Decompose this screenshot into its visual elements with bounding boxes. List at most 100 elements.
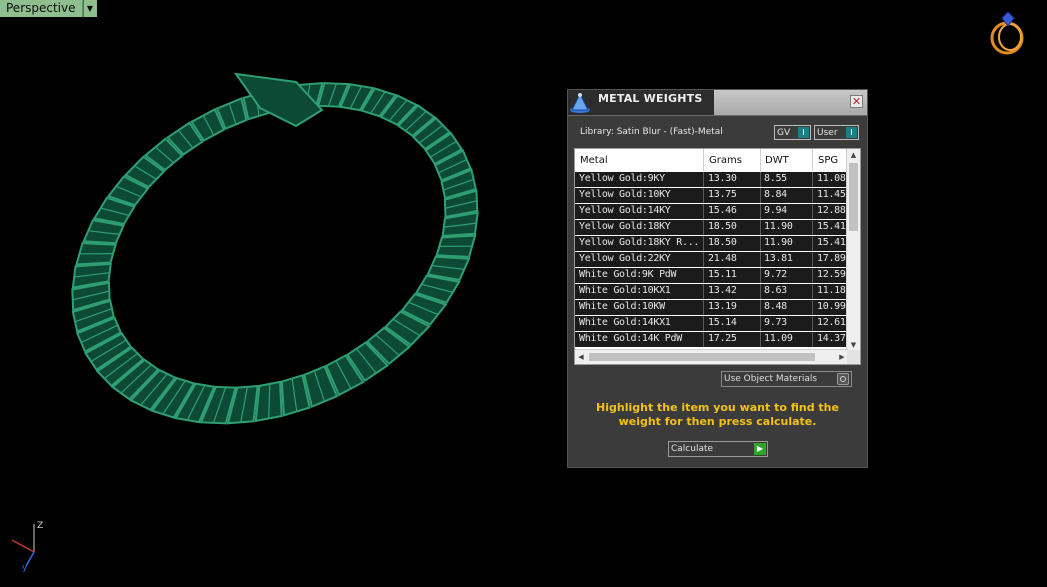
cell-dwt: 9.94 (764, 205, 787, 216)
column-divider (760, 220, 761, 235)
user-toggle-knob[interactable]: I (846, 127, 857, 138)
cell-spg: 12.88 (817, 205, 846, 216)
column-divider (760, 236, 761, 251)
table-row[interactable]: Yellow Gold:22KY 21.48 13.81 17.89 (575, 252, 848, 267)
table-row[interactable]: Yellow Gold:14KY 15.46 9.94 12.88 (575, 204, 848, 219)
column-divider (812, 172, 813, 187)
cell-grams: 13.19 (708, 301, 737, 312)
vertical-scrollbar[interactable]: ▲ ▼ (846, 149, 860, 351)
user-toggle-label: User (817, 127, 838, 138)
cell-spg: 11.18 (817, 285, 846, 296)
column-header-spg[interactable]: SPG (818, 155, 838, 166)
column-header-dwt[interactable]: DWT (765, 155, 789, 166)
cell-spg: 12.59 (817, 269, 846, 280)
gv-toggle[interactable]: GV I (774, 125, 811, 140)
column-divider (703, 284, 704, 299)
column-divider (703, 188, 704, 203)
cell-spg: 10.99 (817, 301, 846, 312)
cell-dwt: 9.72 (764, 269, 787, 280)
cell-dwt: 11.09 (764, 333, 793, 344)
column-divider (760, 268, 761, 283)
cell-grams: 13.75 (708, 189, 737, 200)
cell-metal: White Gold:10KX1 (579, 285, 671, 296)
radio-icon[interactable] (837, 373, 849, 385)
metal-table[interactable]: Metal Grams DWT SPG Yellow Gold:9KY 13.30… (574, 148, 861, 365)
column-divider (703, 236, 704, 251)
table-row[interactable]: White Gold:14K PdW 17.25 11.09 14.37 (575, 332, 848, 347)
cell-spg: 11.45 (817, 189, 846, 200)
gv-toggle-knob[interactable]: I (798, 127, 809, 138)
column-header-grams[interactable]: Grams (709, 155, 742, 166)
vertical-scroll-thumb[interactable] (849, 163, 858, 231)
table-row[interactable]: White Gold:10KW 13.19 8.48 10.99 (575, 300, 848, 315)
cell-spg: 17.89 (817, 253, 846, 264)
column-divider (812, 284, 813, 299)
viewport-name[interactable]: Perspective (0, 0, 83, 17)
viewport-dropdown-icon[interactable]: ▼ (82, 0, 97, 17)
use-object-materials-toggle[interactable]: Use Object Materials (721, 371, 852, 387)
play-arrow-icon[interactable]: ▶ (754, 443, 766, 455)
cell-grams: 18.50 (708, 221, 737, 232)
axis-y-label: y (22, 563, 28, 573)
cell-grams: 13.30 (708, 173, 737, 184)
cell-dwt: 11.90 (764, 221, 793, 232)
cell-dwt: 8.55 (764, 173, 787, 184)
table-row[interactable]: Yellow Gold:10KY 13.75 8.84 11.45 (575, 188, 848, 203)
column-divider (703, 316, 704, 331)
cell-dwt: 13.81 (764, 253, 793, 264)
column-divider (760, 284, 761, 299)
cell-dwt: 9.73 (764, 317, 787, 328)
cell-grams: 15.11 (708, 269, 737, 280)
cell-metal: Yellow Gold:10KY (579, 189, 671, 200)
cell-spg: 11.08 (817, 173, 846, 184)
column-divider (760, 188, 761, 203)
user-toggle[interactable]: User I (814, 125, 859, 140)
panel-titlebar[interactable]: METAL WEIGHTS ✕ (568, 90, 867, 116)
column-divider (812, 316, 813, 331)
column-divider (760, 204, 761, 219)
cell-metal: White Gold:14K PdW (579, 333, 682, 344)
cell-dwt: 8.48 (764, 301, 787, 312)
column-divider (703, 172, 704, 187)
cell-grams: 18.50 (708, 237, 737, 248)
table-row[interactable]: Yellow Gold:18KY 18.50 11.90 15.41 (575, 220, 848, 235)
calculate-button[interactable]: Calculate ▶ (668, 441, 768, 457)
cell-grams: 15.14 (708, 317, 737, 328)
calculate-label: Calculate (671, 444, 714, 454)
column-divider (703, 300, 704, 315)
column-divider (812, 268, 813, 283)
column-header-metal[interactable]: Metal (580, 155, 608, 166)
column-divider (812, 332, 813, 347)
bracelet-model[interactable] (60, 60, 520, 460)
cell-grams: 13.42 (708, 285, 737, 296)
cell-metal: White Gold:14KX1 (579, 317, 671, 328)
horizontal-scroll-thumb[interactable] (589, 353, 815, 361)
column-divider (703, 204, 704, 219)
table-row[interactable]: White Gold:10KX1 13.42 8.63 11.18 (575, 284, 848, 299)
scroll-left-icon[interactable]: ◀ (575, 350, 587, 364)
column-divider (812, 300, 813, 315)
axis-z-label: Z (37, 521, 43, 531)
table-row[interactable]: Yellow Gold:9KY 13.30 8.55 11.08 (575, 172, 848, 187)
table-row[interactable]: Yellow Gold:18KY R... 18.50 11.90 15.41 (575, 236, 848, 251)
close-icon[interactable]: ✕ (850, 95, 863, 108)
cell-spg: 14.37 (817, 333, 846, 344)
scroll-up-icon[interactable]: ▲ (847, 149, 860, 161)
cell-dwt: 8.84 (764, 189, 787, 200)
column-divider (703, 332, 704, 347)
column-divider (812, 252, 813, 267)
use-object-materials-label: Use Object Materials (724, 374, 818, 384)
table-row[interactable]: White Gold:14KX1 15.14 9.73 12.61 (575, 316, 848, 331)
table-row[interactable]: White Gold:9K PdW 15.11 9.72 12.59 (575, 268, 848, 283)
column-divider (812, 188, 813, 203)
viewport-label-tab[interactable]: Perspective ▼ (0, 0, 97, 17)
column-divider (703, 268, 704, 283)
column-divider (760, 172, 761, 187)
column-divider (760, 332, 761, 347)
instruction-text: Highlight the item you want to find the … (596, 401, 839, 428)
cell-dwt: 8.63 (764, 285, 787, 296)
gv-toggle-label: GV (777, 127, 791, 138)
column-divider (812, 220, 813, 235)
horizontal-scrollbar[interactable]: ◀ ▶ (575, 349, 848, 364)
ring-logo-icon (990, 11, 1024, 55)
